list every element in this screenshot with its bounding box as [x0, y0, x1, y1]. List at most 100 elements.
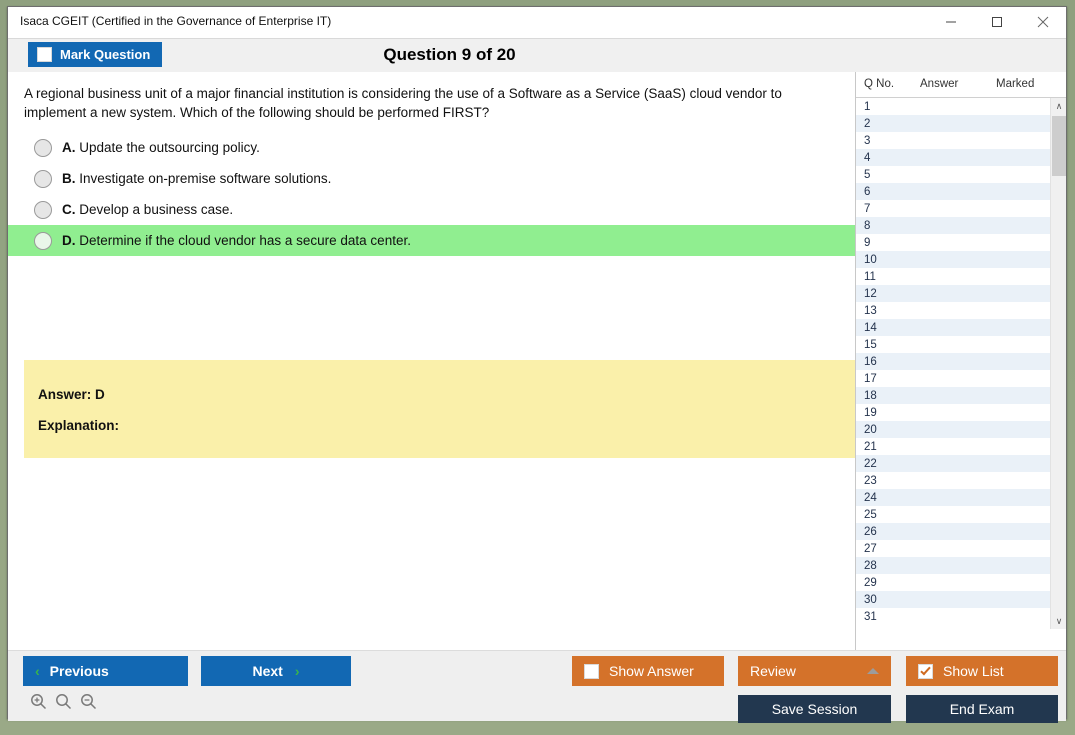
question-list-row[interactable]: 18 [856, 387, 1050, 404]
scroll-up-icon[interactable]: ∧ [1051, 98, 1066, 114]
exam-header: Mark Question Question 9 of 20 [8, 38, 1066, 72]
zoom-out-icon[interactable] [80, 693, 97, 715]
option-row-c[interactable]: C. Develop a business case. [8, 194, 857, 225]
maximize-icon[interactable] [974, 7, 1020, 37]
question-list-rows: 1 2 3 4 5 6 7 8 9 10 11 12 13 14 15 16 17 18 19 20 21 22 23 24 2… [856, 98, 1050, 625]
question-list-row[interactable]: 26 [856, 523, 1050, 540]
zoom-icon[interactable] [55, 693, 72, 715]
question-list-row[interactable]: 7 [856, 200, 1050, 217]
question-list-row[interactable]: 22 [856, 455, 1050, 472]
column-header-qno: Q No. [864, 78, 895, 90]
radio-c[interactable] [34, 200, 52, 219]
answer-options: A. Update the outsourcing policy. B. Inv… [8, 132, 857, 256]
question-number: 9 [864, 236, 871, 249]
option-letter-d: D. [62, 233, 76, 248]
end-exam-label: End Exam [949, 701, 1015, 717]
option-text-a: Update the outsourcing policy. [79, 140, 260, 155]
desktop-background: Isaca CGEIT (Certified in the Governance… [0, 0, 1075, 735]
show-list-label: Show List [943, 663, 1004, 679]
question-number: 2 [864, 117, 871, 130]
close-icon[interactable] [1020, 7, 1066, 37]
option-row-d[interactable]: D. Determine if the cloud vendor has a s… [8, 225, 857, 256]
question-list-row[interactable]: 17 [856, 370, 1050, 387]
window-titlebar: Isaca CGEIT (Certified in the Governance… [8, 7, 1066, 38]
question-list-row[interactable]: 13 [856, 302, 1050, 319]
scrollbar-thumb[interactable] [1052, 116, 1066, 176]
option-text-c: Develop a business case. [79, 202, 234, 217]
question-list-row[interactable]: 25 [856, 506, 1050, 523]
question-number: 15 [864, 338, 877, 351]
question-list-row[interactable]: 29 [856, 574, 1050, 591]
review-dropdown[interactable]: Review [738, 656, 891, 686]
question-list-row[interactable]: 8 [856, 217, 1050, 234]
show-answer-button[interactable]: Show Answer [572, 656, 724, 686]
question-list-row[interactable]: 2 [856, 115, 1050, 132]
option-label-d: D. Determine if the cloud vendor has a s… [62, 233, 411, 248]
question-number: 29 [864, 576, 877, 589]
next-button[interactable]: Next › [201, 656, 351, 686]
question-list-row[interactable]: 15 [856, 336, 1050, 353]
show-answer-checkbox[interactable] [584, 663, 599, 679]
question-list-row[interactable]: 27 [856, 540, 1050, 557]
option-label-c: C. Develop a business case. [62, 202, 233, 217]
option-row-b[interactable]: B. Investigate on-premise software solut… [8, 163, 857, 194]
option-text-d: Determine if the cloud vendor has a secu… [79, 233, 411, 248]
radio-a[interactable] [34, 138, 52, 157]
radio-d[interactable] [34, 231, 52, 250]
question-list-scrollbar[interactable]: ∧ ∨ [1050, 98, 1066, 629]
question-list-row[interactable]: 28 [856, 557, 1050, 574]
window-controls [928, 7, 1066, 37]
question-list-row[interactable]: 31 [856, 608, 1050, 625]
question-list-row[interactable]: 4 [856, 149, 1050, 166]
question-list-row[interactable]: 11 [856, 268, 1050, 285]
previous-button[interactable]: ‹ Previous [23, 656, 188, 686]
exam-content: A regional business unit of a major fina… [8, 72, 1066, 650]
question-list-row[interactable]: 3 [856, 132, 1050, 149]
question-list-row[interactable]: 24 [856, 489, 1050, 506]
save-session-button[interactable]: Save Session [738, 695, 891, 723]
show-list-checkbox[interactable] [918, 663, 933, 679]
question-list-row[interactable]: 14 [856, 319, 1050, 336]
question-number: 20 [864, 423, 877, 436]
chevron-right-icon: › [294, 663, 300, 679]
zoom-controls [30, 693, 97, 715]
question-list-row[interactable]: 5 [856, 166, 1050, 183]
minimize-icon[interactable] [928, 7, 974, 37]
option-row-a[interactable]: A. Update the outsourcing policy. [8, 132, 857, 163]
question-list-row[interactable]: 19 [856, 404, 1050, 421]
review-label: Review [750, 663, 796, 679]
question-number: 7 [864, 202, 871, 215]
question-list-row[interactable]: 20 [856, 421, 1050, 438]
question-list-row[interactable]: 12 [856, 285, 1050, 302]
window-title: Isaca CGEIT (Certified in the Governance… [20, 14, 332, 28]
end-exam-button[interactable]: End Exam [906, 695, 1058, 723]
answer-explanation-panel: Answer: D Explanation: [24, 360, 857, 458]
explanation-label: Explanation: [38, 418, 120, 433]
chevron-left-icon: ‹ [35, 663, 40, 679]
question-list-row[interactable]: 23 [856, 472, 1050, 489]
answer-value: Answer: D [38, 387, 105, 402]
zoom-in-icon[interactable] [30, 693, 47, 715]
question-number: 13 [864, 304, 877, 317]
question-list-row[interactable]: 16 [856, 353, 1050, 370]
question-number: 8 [864, 219, 871, 232]
question-text: A regional business unit of a major fina… [24, 86, 782, 120]
scroll-down-icon[interactable]: ∨ [1051, 613, 1066, 629]
show-list-button[interactable]: Show List [906, 656, 1058, 686]
question-number: 4 [864, 151, 871, 164]
question-list-row[interactable]: 1 [856, 98, 1050, 115]
question-list-row[interactable]: 10 [856, 251, 1050, 268]
question-list-row[interactable]: 6 [856, 183, 1050, 200]
question-number: 11 [864, 270, 876, 283]
previous-label: Previous [49, 663, 109, 679]
question-number: 26 [864, 525, 877, 538]
question-heading: Question 9 of 20 [383, 45, 516, 64]
question-number: 19 [864, 406, 877, 419]
question-list-row[interactable]: 9 [856, 234, 1050, 251]
question-number: 28 [864, 559, 877, 572]
question-number: 23 [864, 474, 877, 487]
radio-b[interactable] [34, 169, 52, 188]
option-letter-c: C. [62, 202, 76, 217]
question-list-row[interactable]: 21 [856, 438, 1050, 455]
question-list-row[interactable]: 30 [856, 591, 1050, 608]
